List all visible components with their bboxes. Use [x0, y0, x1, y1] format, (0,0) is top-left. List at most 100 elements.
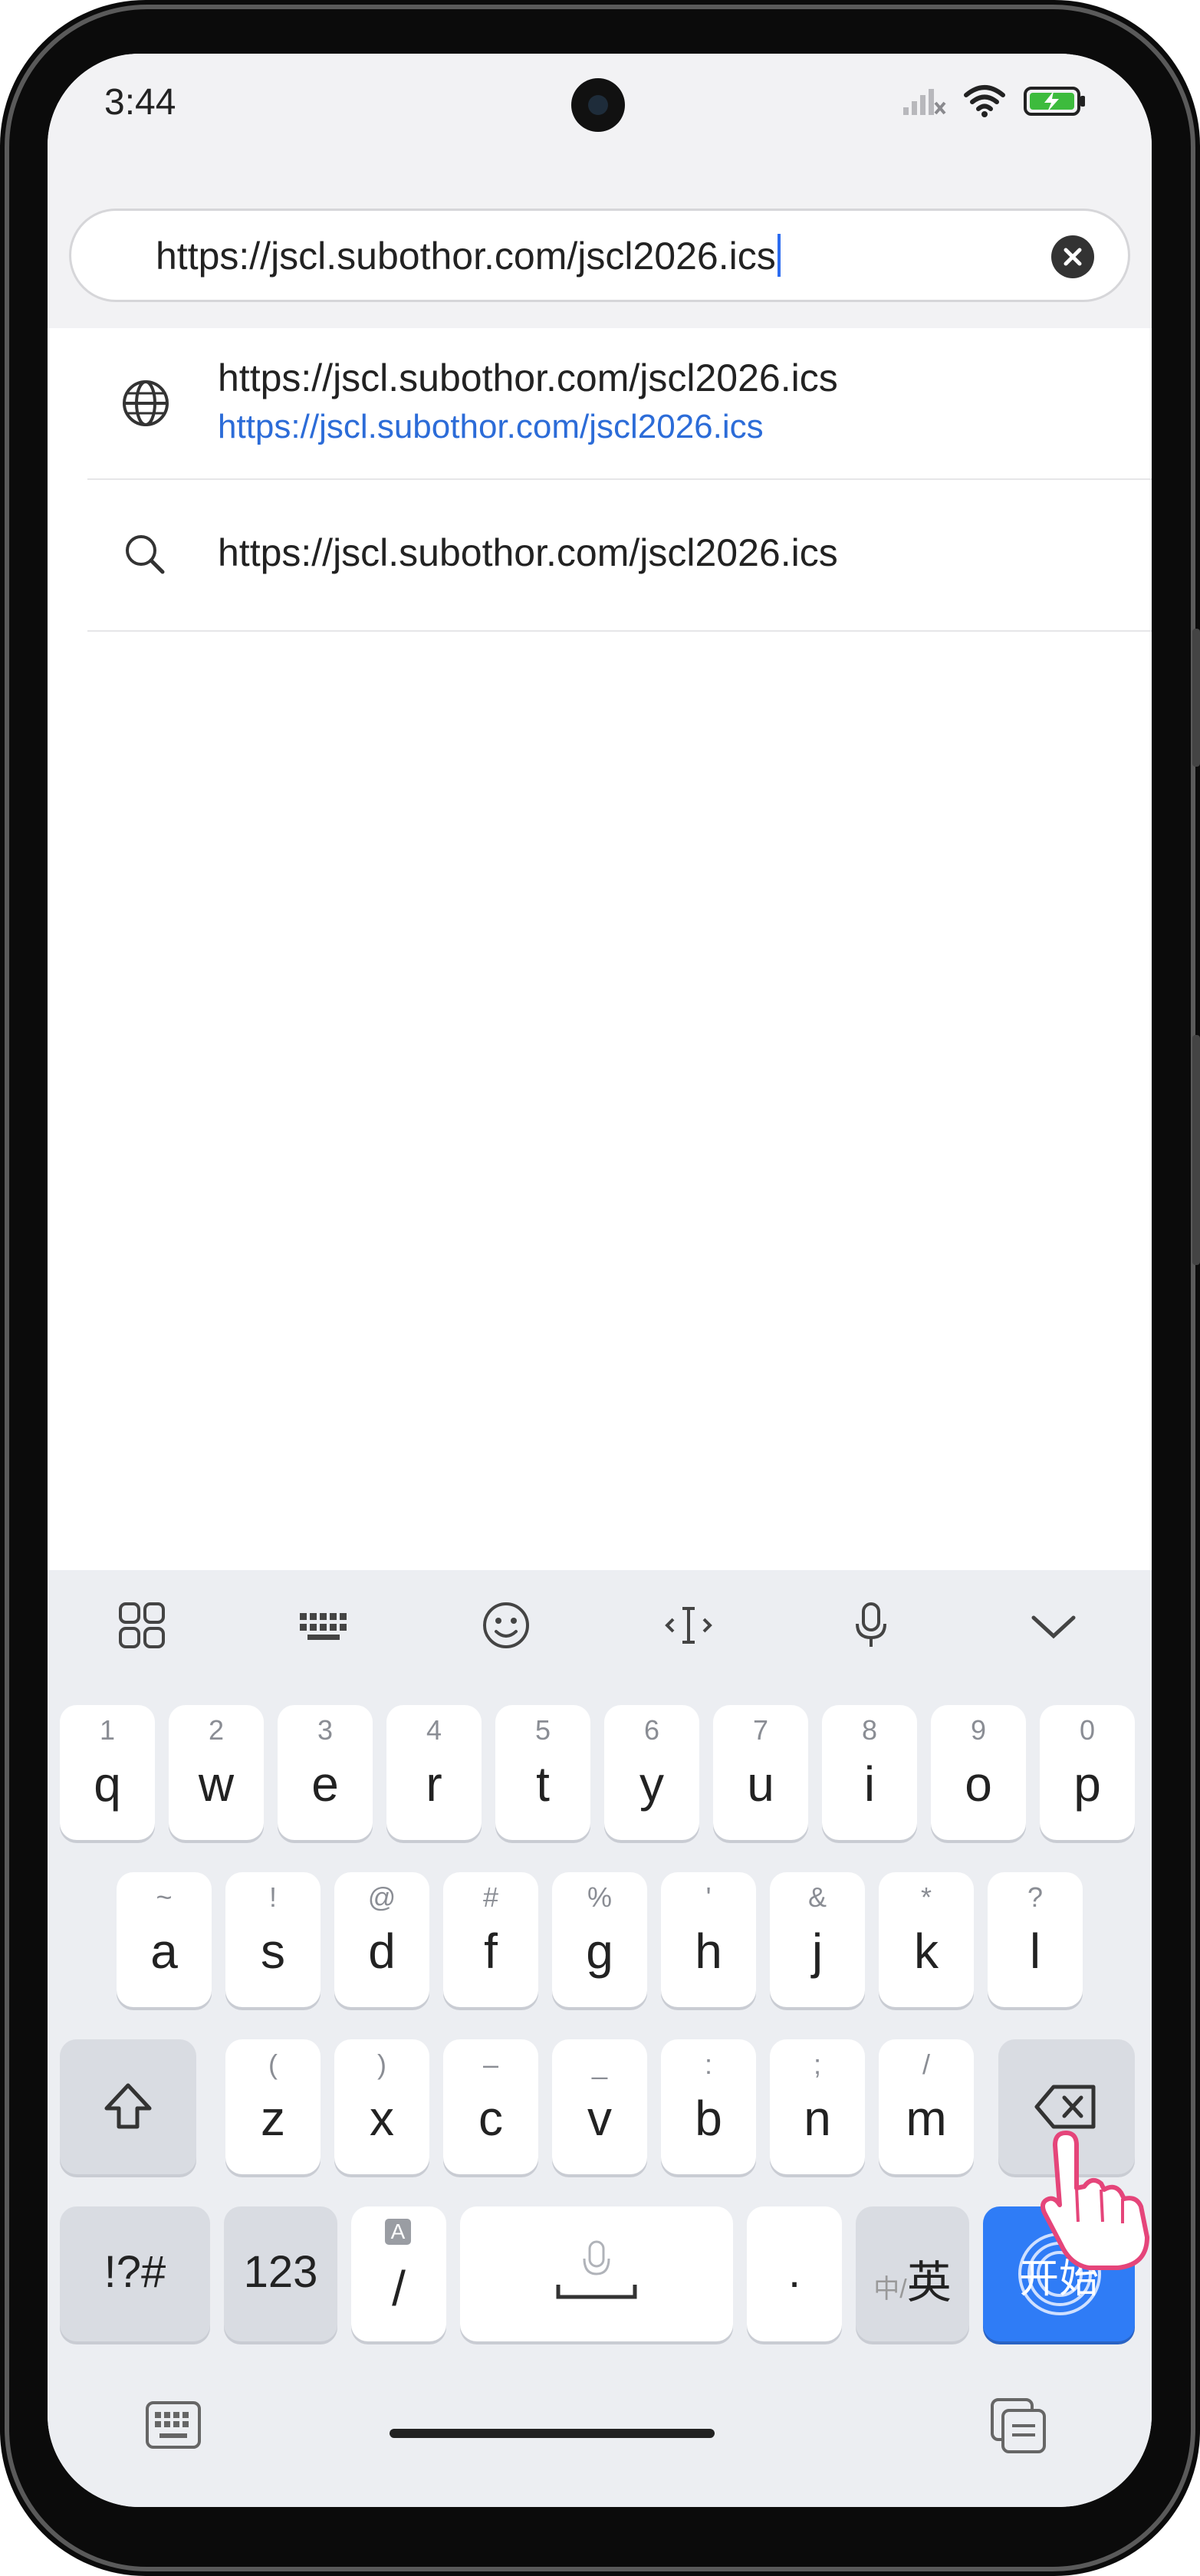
power-button	[1192, 1035, 1200, 1265]
globe-icon	[123, 380, 169, 426]
key-label: !?#	[104, 2247, 166, 2297]
key-label: j	[811, 1924, 824, 1979]
key-m[interactable]: / m	[879, 2039, 974, 2174]
key-g[interactable]: % g	[552, 1872, 647, 2007]
language-big-label: 英	[906, 2258, 952, 2308]
key-hint: @	[367, 1881, 396, 1913]
key-hint: *	[920, 1881, 932, 1913]
key-hint: 5	[534, 1714, 551, 1746]
key-hint: ~	[156, 1881, 173, 1913]
chevron-down-icon[interactable]	[1023, 1595, 1084, 1656]
key-f[interactable]: # f	[443, 1872, 538, 2007]
space-mic-icon	[556, 2240, 637, 2299]
key-hint: 3	[317, 1714, 334, 1746]
close-icon	[1064, 248, 1082, 266]
status-bar: 3:44	[48, 54, 1152, 161]
address-input[interactable]: https://jscl.subothor.com/jscl2026.ics	[156, 234, 781, 278]
key-hint: _	[591, 2049, 608, 2080]
keyboard: 1q 2w 3e 4r 5t 6y 7u 8i 9o 0p ~ a ! s @ d #…	[48, 1570, 1152, 2507]
key-label: .	[787, 2247, 801, 2297]
key-hint: 8	[861, 1714, 878, 1746]
key-c[interactable]: – c	[443, 2039, 538, 2174]
suggestion-url[interactable]: https://jscl.subothor.com/jscl2026.ics h…	[48, 328, 1152, 478]
key-label: i	[863, 1756, 876, 1812]
key-d[interactable]: @ d	[334, 1872, 429, 2007]
key-label: c	[478, 2091, 503, 2146]
home-indicator	[390, 2429, 715, 2438]
key-hint: 1	[99, 1714, 116, 1746]
key-label: g	[586, 1924, 613, 1979]
key-e[interactable]: 3e	[278, 1705, 373, 1840]
key-j[interactable]: & j	[770, 1872, 865, 2007]
key-label: r	[426, 1756, 442, 1812]
key-s[interactable]: ! s	[225, 1872, 321, 2007]
apps-grid-icon[interactable]	[111, 1595, 173, 1656]
divider	[87, 630, 1152, 632]
key-label: w	[198, 1756, 235, 1812]
key-label: a	[150, 1924, 178, 1979]
key-hint: 6	[643, 1714, 660, 1746]
search-icon	[126, 535, 165, 574]
key-hint: !	[268, 1881, 277, 1913]
key-n[interactable]: ; n	[770, 2039, 865, 2174]
key-hint: ?	[1027, 1881, 1044, 1913]
key-hint: 4	[426, 1714, 442, 1746]
mic-icon[interactable]	[840, 1595, 902, 1656]
key-label: y	[639, 1756, 664, 1812]
key-r[interactable]: 4r	[386, 1705, 482, 1840]
key-l[interactable]: ? l	[988, 1872, 1083, 2007]
keyboard-hide-icon[interactable]	[143, 2395, 204, 2456]
key-q[interactable]: 1q	[60, 1705, 155, 1840]
key-hint: #	[482, 1881, 499, 1913]
space-key[interactable]	[460, 2206, 733, 2341]
address-bar-container: https://jscl.subothor.com/jscl2026.ics	[48, 161, 1152, 328]
battery-charging-icon	[1024, 87, 1085, 116]
keyboard-layout-icon[interactable]	[294, 1595, 355, 1656]
key-v[interactable]: _ v	[552, 2039, 647, 2174]
slash-key[interactable]: A /	[351, 2206, 446, 2341]
key-x[interactable]: ) x	[334, 2039, 429, 2174]
key-t[interactable]: 5t	[495, 1705, 590, 1840]
suggestion-title: https://jscl.subothor.com/jscl2026.ics	[218, 531, 838, 574]
key-h[interactable]: ' h	[661, 1872, 756, 2007]
key-i[interactable]: 8i	[822, 1705, 917, 1840]
key-label: e	[311, 1756, 339, 1812]
key-label: s	[261, 1924, 285, 1979]
key-hint: 2	[208, 1714, 225, 1746]
wifi-icon	[964, 85, 1005, 117]
shift-icon	[104, 2083, 152, 2129]
symbols-key[interactable]: !?#	[60, 2206, 210, 2341]
key-b[interactable]: :b	[661, 2039, 756, 2174]
key-hint: 9	[970, 1714, 987, 1746]
shift-key[interactable]	[60, 2039, 196, 2174]
key-o[interactable]: 9o	[931, 1705, 1026, 1840]
signal-off-icon	[903, 89, 946, 115]
key-w[interactable]: 2w	[169, 1705, 264, 1840]
language-label: 中/英	[856, 2246, 969, 2311]
key-p[interactable]: 0p	[1040, 1705, 1135, 1840]
key-label: v	[587, 2091, 612, 2146]
key-hint: /	[922, 2049, 930, 2080]
key-u[interactable]: 7u	[713, 1705, 808, 1840]
clear-button[interactable]	[1051, 235, 1094, 278]
key-z[interactable]: (z	[225, 2039, 321, 2174]
emoji-icon[interactable]	[475, 1595, 537, 1656]
language-small-label: 中/	[873, 2275, 907, 2304]
suggestion-search[interactable]: https://jscl.subothor.com/jscl2026.ics	[48, 480, 1152, 630]
key-label: h	[695, 1924, 722, 1979]
key-a[interactable]: ~ a	[117, 1872, 212, 2007]
clipboard-icon[interactable]	[988, 2395, 1049, 2456]
language-switch-key[interactable]: 中/英	[856, 2206, 969, 2341]
period-key[interactable]: .	[747, 2206, 842, 2341]
numbers-key[interactable]: 123	[224, 2206, 337, 2341]
key-label: 123	[243, 2247, 318, 2297]
key-hint: %	[587, 1881, 612, 1913]
key-y[interactable]: 6y	[604, 1705, 699, 1840]
key-k[interactable]: * k	[879, 1872, 974, 2007]
volume-button	[1192, 629, 1200, 767]
key-label: p	[1073, 1756, 1101, 1812]
key-label: b	[695, 2091, 722, 2146]
key-label: f	[484, 1924, 498, 1979]
cursor-icon[interactable]	[658, 1595, 719, 1656]
address-bar[interactable]: https://jscl.subothor.com/jscl2026.ics	[69, 209, 1130, 302]
